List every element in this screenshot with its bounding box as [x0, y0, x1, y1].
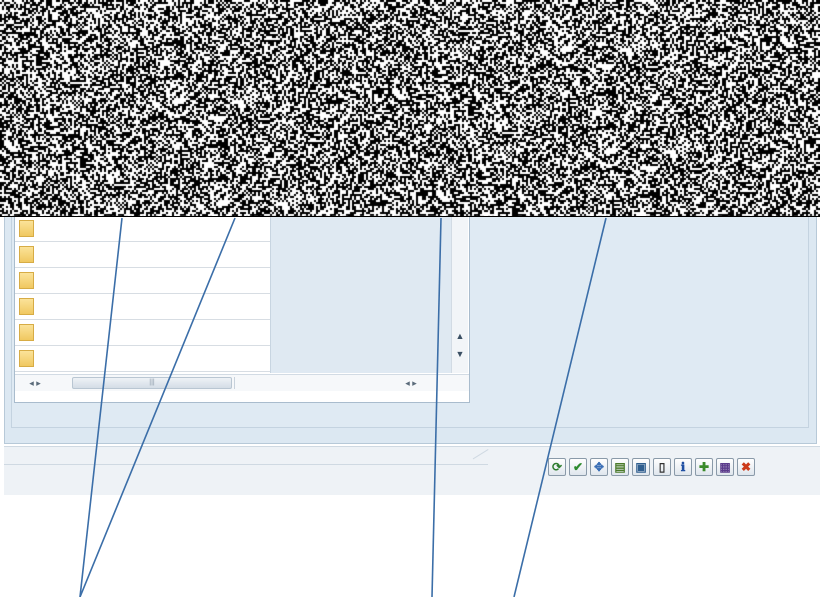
horizontal-scrollbar[interactable]: ◂ ▸ ||| ◂ ▸	[15, 374, 469, 391]
scroll-down-icon[interactable]: ▼	[453, 347, 467, 361]
move-button[interactable]: ✥	[590, 458, 608, 476]
delete-button[interactable]: ▯	[653, 458, 671, 476]
footer-bar: ⟳ ✔ ✥ ▤ ▣ ▯ ℹ ✚ ▦ ✖	[4, 446, 820, 495]
table-row[interactable]	[15, 269, 270, 294]
row-selector[interactable]	[19, 298, 34, 315]
table-row[interactable]	[15, 295, 270, 320]
divider	[4, 464, 488, 465]
divider	[234, 377, 235, 389]
grid-empty-area	[270, 217, 451, 373]
check-icon: ✔	[572, 460, 584, 474]
refresh-button[interactable]: ⟳	[548, 458, 566, 476]
scroll-thumb[interactable]: |||	[72, 377, 232, 389]
calendar-icon: ▦	[719, 460, 731, 474]
check-button[interactable]: ✔	[569, 458, 587, 476]
row-selector[interactable]	[19, 350, 34, 367]
export-button[interactable]: ▤	[611, 458, 629, 476]
row-selector[interactable]	[19, 272, 34, 289]
refresh-icon: ⟳	[551, 460, 563, 474]
calendar-button[interactable]: ▦	[716, 458, 734, 476]
row-selector[interactable]	[19, 324, 34, 341]
scroll-left-right-icon[interactable]: ◂ ▸	[29, 376, 41, 390]
close-button[interactable]: ✖	[737, 458, 755, 476]
content-panel: ▲ ▼ ◂ ▸ ||| ◂ ▸	[4, 217, 817, 444]
vertical-scrollbar[interactable]: ▲ ▼	[451, 217, 468, 373]
add-button[interactable]: ✚	[695, 458, 713, 476]
divider	[472, 449, 489, 460]
move-icon: ✥	[593, 460, 605, 474]
scroll-up-icon[interactable]: ▲	[453, 329, 467, 343]
row-selector[interactable]	[19, 246, 34, 263]
row-selector[interactable]	[19, 220, 34, 237]
table-row[interactable]	[15, 347, 270, 372]
add-icon: ✚	[698, 460, 710, 474]
inner-panel: ▲ ▼ ◂ ▸ ||| ◂ ▸	[11, 217, 809, 428]
export-icon: ▤	[614, 460, 626, 474]
table-row[interactable]	[15, 321, 270, 346]
close-icon: ✖	[740, 460, 752, 474]
table-row[interactable]	[15, 217, 270, 242]
grid-rows	[15, 217, 270, 373]
table-row[interactable]	[15, 243, 270, 268]
delete-icon: ▯	[658, 460, 666, 474]
info-icon: ℹ	[680, 460, 686, 474]
scroll-left-right-icon[interactable]: ◂ ▸	[405, 376, 417, 390]
noise-image	[0, 0, 820, 217]
action-toolbar: ⟳ ✔ ✥ ▤ ▣ ▯ ℹ ✚ ▦ ✖	[548, 458, 755, 480]
data-grid: ▲ ▼ ◂ ▸ ||| ◂ ▸	[14, 217, 470, 403]
save-icon: ▣	[635, 460, 647, 474]
save-button[interactable]: ▣	[632, 458, 650, 476]
info-button[interactable]: ℹ	[674, 458, 692, 476]
